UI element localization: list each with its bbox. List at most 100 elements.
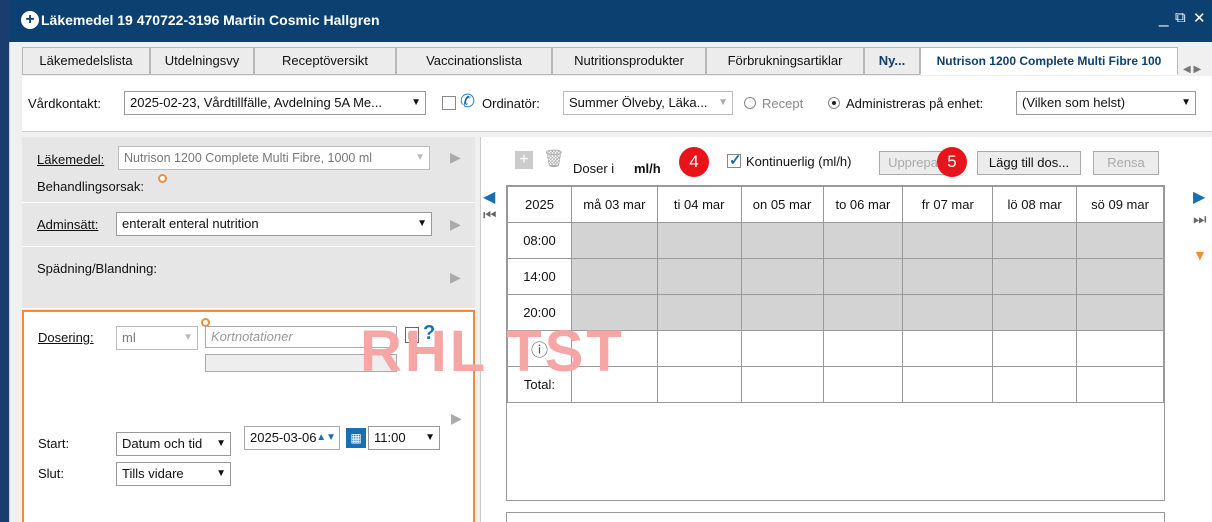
day-header: lö 08 mar: [992, 186, 1078, 223]
dosering-label: Dosering:: [38, 330, 94, 345]
dose-cell[interactable]: [902, 258, 994, 295]
phone-checkbox[interactable]: [442, 96, 456, 110]
dose-cell[interactable]: [822, 294, 904, 331]
ordinator-select[interactable]: Summer Ölveby, Läka... ▼: [563, 91, 733, 115]
trash-icon[interactable]: 🗑: [543, 149, 565, 169]
play-icon[interactable]: ▶: [450, 149, 461, 166]
dose-cell[interactable]: [740, 222, 824, 259]
total-cell: [1076, 366, 1164, 403]
tab-receptoversikt[interactable]: Receptöversikt: [254, 47, 396, 75]
time-label: 08:00: [507, 222, 572, 259]
adminsatt-label: Adminsätt:: [37, 217, 99, 232]
dose-cell[interactable]: [570, 258, 658, 295]
step-badge-4: 4: [679, 147, 709, 177]
spadning-section: Spädning/Blandning: ▶: [22, 247, 475, 309]
dosering-unit-select[interactable]: ml ▼: [116, 326, 198, 350]
tab-nutrison[interactable]: Nutrison 1200 Complete Multi Fibre 100: [920, 47, 1178, 75]
dose-cell[interactable]: [1076, 258, 1164, 295]
tab-forbrukningsartiklar[interactable]: Förbrukningsartiklar: [706, 47, 864, 75]
dose-cell[interactable]: [1076, 294, 1164, 331]
enhet-select[interactable]: (Vilken som helst) ▼: [1016, 91, 1196, 115]
time-label: 14:00: [507, 258, 572, 295]
dose-cell[interactable]: [656, 222, 742, 259]
dose-cell[interactable]: [656, 258, 742, 295]
dose-cell[interactable]: [822, 222, 904, 259]
tab-utdelningsvy[interactable]: Utdelningsvy: [150, 47, 254, 75]
tab-ny[interactable]: Ny...: [864, 47, 920, 75]
doser-i-label: Doser i: [573, 161, 615, 176]
time-row: 14:00: [507, 258, 1164, 295]
restore-icon[interactable]: ⧉: [1175, 9, 1186, 26]
vardkontakt-select[interactable]: 2025-02-23, Vårdtillfälle, Avdelning 5A …: [124, 91, 426, 115]
dose-cell[interactable]: [740, 294, 824, 331]
doser-unit-label: ml/h: [634, 161, 661, 176]
total-cell: [656, 366, 742, 403]
start-date-input[interactable]: 2025-03-06 ▲▼: [244, 426, 340, 450]
prev-week-icon[interactable]: ◀: [483, 187, 495, 207]
first-week-icon[interactable]: ⏮: [483, 207, 497, 224]
dose-cell[interactable]: [740, 258, 824, 295]
slut-label: Slut:: [38, 466, 65, 481]
play-icon[interactable]: ▶: [450, 269, 461, 286]
dose-cell[interactable]: [902, 222, 994, 259]
dose-cell[interactable]: [1076, 222, 1164, 259]
chevron-down-icon: ▼: [183, 332, 193, 343]
total-cell: [740, 366, 824, 403]
tab-vaccinationslista[interactable]: Vaccinationslista: [396, 47, 552, 75]
info-cell: [1076, 330, 1164, 367]
dose-cell[interactable]: [992, 222, 1078, 259]
add-icon[interactable]: +: [515, 151, 533, 169]
spinner-icon[interactable]: ▲▼: [316, 427, 336, 449]
kontinuerlig-checkbox[interactable]: ✓: [727, 152, 742, 169]
chevron-down-icon: ▼: [411, 97, 421, 108]
chevron-down-icon: ▼: [415, 152, 425, 163]
tab-scroll-arrows-icon[interactable]: ◀ ▶: [1183, 64, 1201, 75]
recept-label: Recept: [762, 96, 804, 111]
info-cell: [902, 330, 994, 367]
dose-cell[interactable]: [570, 222, 658, 259]
window-title: Läkemedel 19 470722-3196 Martin Cosmic H…: [41, 12, 380, 28]
adminsatt-section: Adminsätt: enteralt enteral nutrition ▼ ▶: [22, 203, 475, 247]
dose-cell[interactable]: [992, 258, 1078, 295]
day-header: sö 09 mar: [1076, 186, 1164, 223]
title-bar: + Läkemedel 19 470722-3196 Martin Cosmic…: [9, 0, 1212, 42]
year-header: 2025: [507, 186, 572, 223]
last-week-icon[interactable]: ⏭: [1193, 211, 1207, 228]
chevron-down-icon: ▼: [425, 432, 435, 443]
tab-nutritionsprodukter[interactable]: Nutritionsprodukter: [552, 47, 706, 75]
rensa-button[interactable]: Rensa: [1093, 151, 1159, 175]
dose-cell[interactable]: [656, 294, 742, 331]
next-week-icon[interactable]: ▶: [1193, 187, 1205, 207]
close-icon[interactable]: ✕: [1193, 9, 1206, 27]
adminsatt-select[interactable]: enteralt enteral nutrition ▼: [116, 212, 432, 236]
time-row: 08:00: [507, 222, 1164, 259]
play-icon[interactable]: ▶: [451, 410, 462, 427]
total-cell: [902, 366, 994, 403]
dose-cell[interactable]: [992, 294, 1078, 331]
tab-lakemedelslista[interactable]: Läkemedelslista: [22, 47, 150, 75]
slut-select[interactable]: Tills vidare ▼: [116, 462, 231, 486]
lakemedel-section: Läkemedel: Nutrison 1200 Complete Multi …: [22, 137, 475, 203]
vardkontakt-label: Vårdkontakt:: [28, 96, 101, 111]
lagg-till-dos-button[interactable]: Lägg till dos...: [977, 151, 1081, 175]
dose-cell[interactable]: [902, 294, 994, 331]
dose-cell[interactable]: [822, 258, 904, 295]
start-label: Start:: [38, 436, 70, 451]
expand-down-icon[interactable]: ▼: [1193, 247, 1207, 263]
calendar-icon[interactable]: ▦: [346, 428, 366, 448]
calendar-header-row: 2025 må 03 mar ti 04 mar on 05 mar to 06…: [507, 186, 1164, 223]
day-header: må 03 mar: [570, 186, 658, 223]
administreras-radio[interactable]: [828, 97, 840, 109]
app-logo-icon: +: [21, 11, 39, 29]
minimize-icon[interactable]: _: [1159, 8, 1168, 28]
recept-radio[interactable]: [744, 97, 756, 109]
play-icon[interactable]: ▶: [450, 216, 461, 233]
start-type-select[interactable]: Datum och tid ▼: [116, 432, 231, 456]
start-time-select[interactable]: 11:00 ▼: [368, 426, 440, 450]
chevron-down-icon: ▼: [216, 468, 226, 479]
lakemedel-select[interactable]: Nutrison 1200 Complete Multi Fibre, 1000…: [118, 146, 430, 170]
administreras-label: Administreras på enhet:: [846, 96, 984, 111]
lower-panel: [506, 512, 1165, 522]
day-header: to 06 mar: [822, 186, 904, 223]
info-cell: [992, 330, 1078, 367]
